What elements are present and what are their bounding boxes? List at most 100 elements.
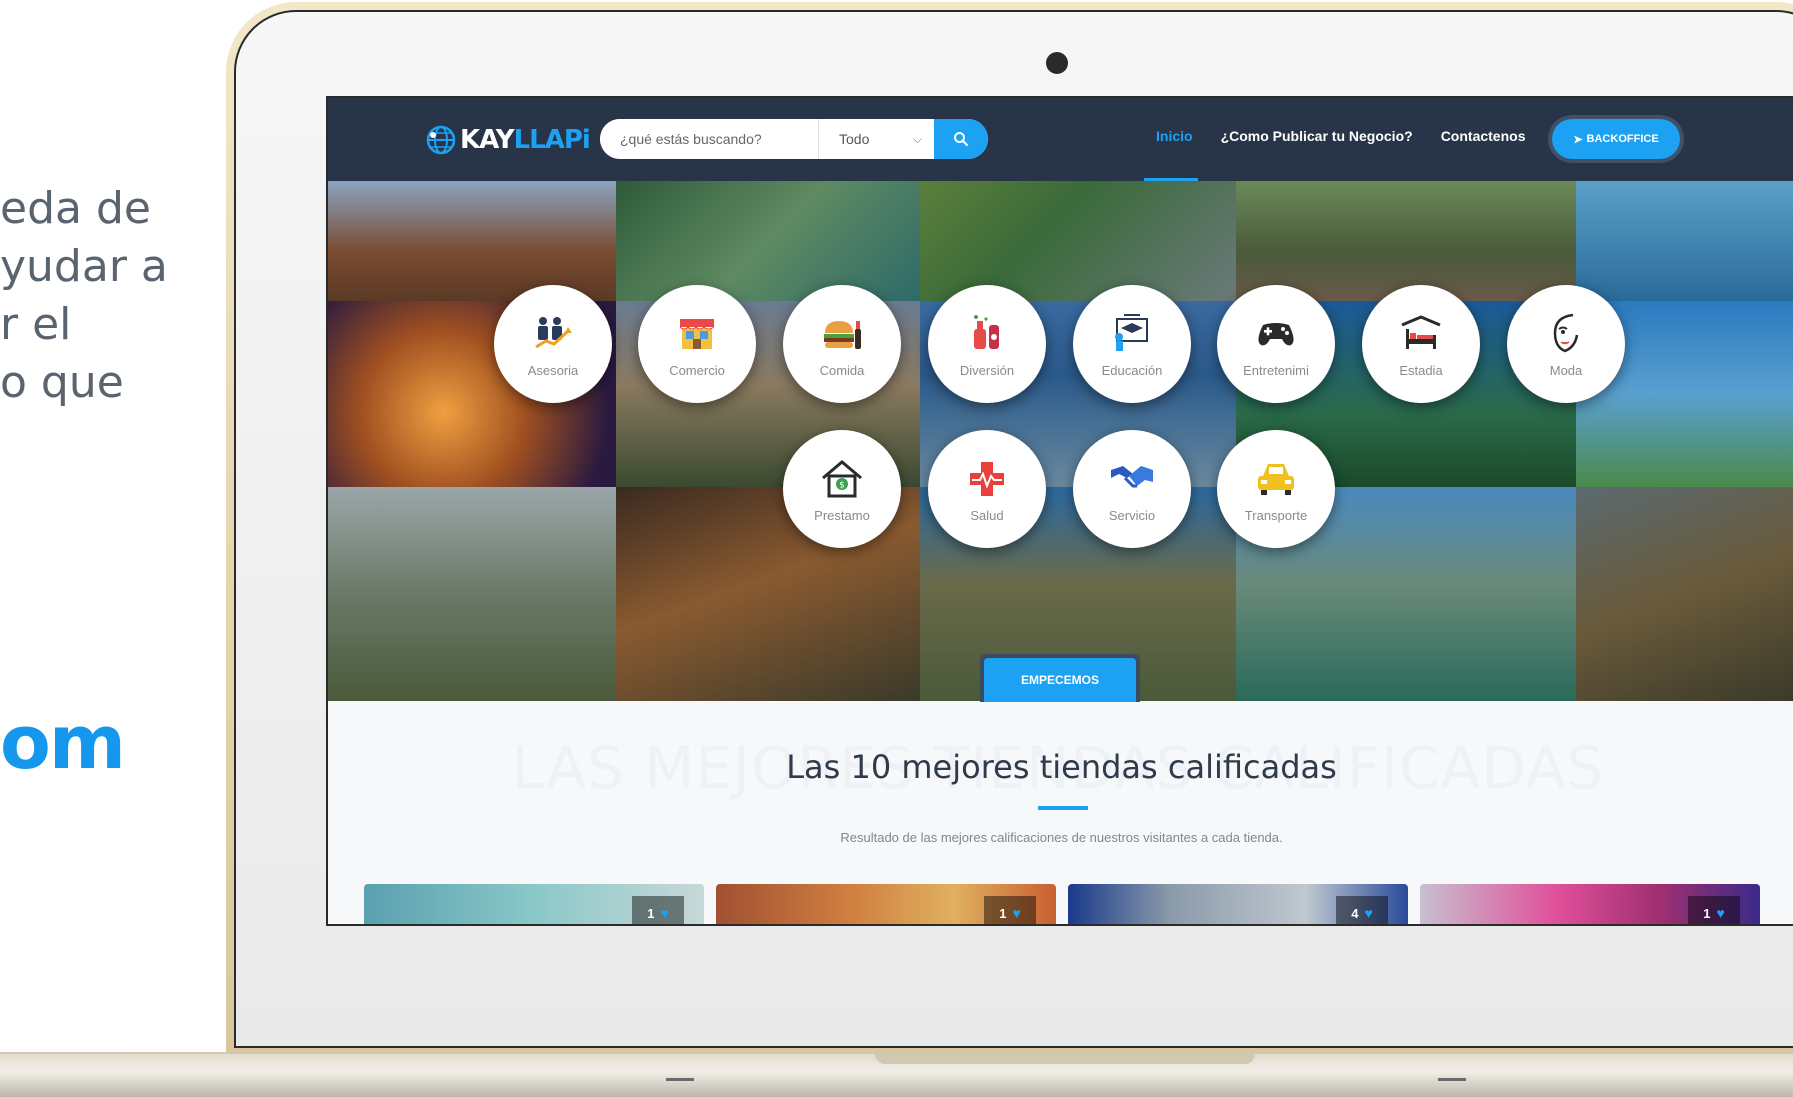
laptop-notch [875,1054,1255,1064]
likes-badge: 1 ♥ [1688,896,1740,924]
webcam-icon [1046,52,1068,74]
burger-icon [824,320,861,349]
category-label: Moda [1549,362,1583,378]
car-icon [1258,463,1294,495]
store-card[interactable]: 1 ♥ [1420,884,1760,924]
laptop-foot [1438,1078,1466,1081]
category-comercio[interactable]: Comercio [638,285,756,403]
left-brand-text: om [0,700,126,786]
likes-count: 1 [647,905,655,921]
globe-logo-icon [426,125,456,155]
category-transporte[interactable]: Transporte [1217,430,1335,548]
category-moda[interactable]: Moda [1507,285,1625,403]
backoffice-button[interactable]: ➤ BACKOFFICE [1552,119,1680,159]
category-comida[interactable]: Comida [783,285,901,403]
photo-cathedral [328,181,616,301]
store-card[interactable]: 1 ♥ [364,884,704,924]
health-cross-icon [970,461,1004,496]
gamepad-icon [1258,322,1294,345]
category-select[interactable]: Todo ⌵ [818,119,934,159]
face-icon [1553,313,1579,352]
store-card[interactable]: 4 ♥ [1068,884,1408,924]
logo-text-accent: LLAPi [513,125,591,155]
login-icon: ➤ [1573,133,1583,146]
likes-count: 4 [1351,905,1359,921]
store-card[interactable]: 1 ♥ [716,884,1056,924]
svg-text:$: $ [839,480,845,490]
category-asesoria[interactable]: Asesoria [494,285,612,403]
category-label: Educación [1101,362,1163,378]
section-subtitle: Resultado de las mejores calificaciones … [840,830,1283,845]
left-text-line: yudar a [0,241,168,292]
left-text-line: eda de [0,183,151,234]
graduation-icon [1115,313,1148,351]
category-label: Diversión [959,362,1015,378]
nav-link-como-publicar[interactable]: ¿Como Publicar tu Negocio? [1221,128,1413,144]
photo-rock-walls [1576,487,1793,701]
left-text-line: o que [0,357,124,408]
heart-icon: ♥ [1716,905,1725,921]
backoffice-button-wrap: ➤ BACKOFFICE [1548,115,1684,163]
search-bar: Todo ⌵ [600,119,988,159]
business-people-icon [535,316,572,348]
category-salud[interactable]: Salud [928,430,1046,548]
chevron-down-icon: ⌵ [912,131,922,146]
photo-plaza [1236,181,1576,301]
drinks-icon [974,314,999,349]
hero-collage: Asesoria Comercio Comida Diversión Educa… [328,181,1793,701]
category-educacion[interactable]: Educación [1073,285,1191,403]
photo-reed-boat [1576,181,1793,301]
category-select-value: Todo [839,131,870,147]
empecemos-button[interactable]: EMPECEMOS [984,658,1136,702]
nav-links: Inicio ¿Como Publicar tu Negocio? Contac… [1156,128,1553,144]
likes-badge: 1 ♥ [984,896,1036,924]
bed-icon [1401,314,1441,349]
category-diversion[interactable]: Diversión [928,285,1046,403]
category-label: Asesoria [527,362,579,378]
likes-badge: 1 ♥ [632,896,684,924]
heart-icon: ♥ [1364,905,1373,921]
photo-lake-forest [616,181,920,301]
left-text-line: r el [0,299,72,350]
likes-badge: 4 ♥ [1336,896,1388,924]
category-label: Comida [819,362,865,378]
laptop-screen: KAYLLAPi Todo ⌵ Inicio ¿Como Publicar tu [326,96,1793,926]
category-servicio[interactable]: Servicio [1073,430,1191,548]
likes-count: 1 [1703,905,1711,921]
logo-text: KAYLLAPi [460,125,591,155]
photo-coast-park [920,181,1236,301]
backoffice-label: BACKOFFICE [1586,133,1659,145]
navbar: KAYLLAPi Todo ⌵ Inicio ¿Como Publicar tu [328,98,1793,181]
photo-hot-springs [328,487,616,701]
search-input[interactable] [600,119,818,159]
heart-icon: ♥ [1012,905,1021,921]
category-label: Entretenimi [1243,362,1309,378]
category-label: Salud [970,507,1004,523]
store-icon [679,318,715,349]
handshake-icon [1111,465,1153,487]
site-logo[interactable]: KAYLLAPi [424,122,591,158]
section-title: Las 10 mejores tiendas calificadas [786,748,1337,786]
left-marketing-text: eda de yudar a r el o que [0,180,168,412]
laptop-foot [666,1078,694,1081]
search-icon [954,132,969,147]
likes-count: 1 [999,905,1007,921]
empecemos-button-wrap: EMPECEMOS [980,654,1140,702]
category-label: Transporte [1244,507,1308,523]
section-title-underline [1038,806,1088,810]
logo-text-main: KAY [460,125,515,155]
search-button[interactable] [934,119,988,159]
category-prestamo[interactable]: $ Prestamo [783,430,901,548]
category-label: Prestamo [814,507,870,523]
heart-icon: ♥ [660,905,669,921]
category-label: Estadia [1399,362,1443,378]
category-entretenimiento[interactable]: Entretenimi [1217,285,1335,403]
nav-link-contactenos[interactable]: Contactenos [1441,128,1526,144]
money-house-icon: $ [822,459,862,497]
category-estadia[interactable]: Estadia [1362,285,1480,403]
category-label: Servicio [1108,507,1156,523]
laptop-base [0,1052,1793,1097]
nav-link-inicio[interactable]: Inicio [1156,128,1193,144]
category-label: Comercio [669,362,725,378]
stage: eda de yudar a r el o que om KAYLLAPi ¿q… [0,0,1793,1097]
